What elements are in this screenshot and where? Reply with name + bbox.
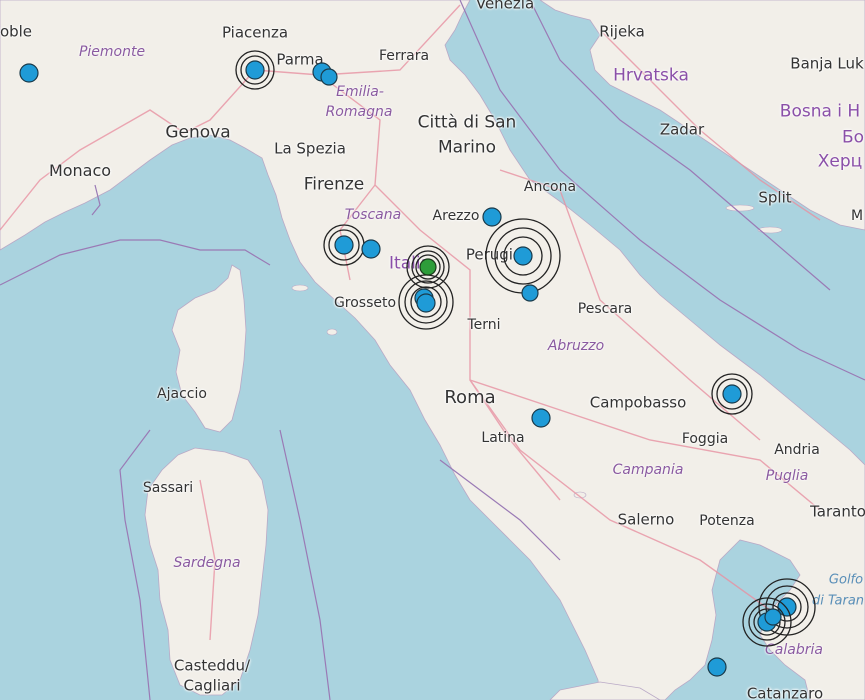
earthquake-epicenter-icon <box>419 258 437 276</box>
earthquake-epicenter-icon <box>334 235 354 255</box>
earthquake-epicenter-icon <box>521 284 539 302</box>
events-layer <box>19 50 816 677</box>
earthquake-epicenter-icon <box>722 384 742 404</box>
event-marker-e13[interactable] <box>711 373 753 415</box>
earthquake-epicenter-icon <box>482 207 502 227</box>
event-marker-e4[interactable] <box>320 68 338 86</box>
earthquake-epicenter-icon <box>707 657 727 677</box>
event-marker-e17[interactable] <box>707 657 727 677</box>
event-marker-e2[interactable] <box>235 50 275 90</box>
event-marker-e1[interactable] <box>19 63 39 83</box>
earthquake-epicenter-icon <box>361 239 381 259</box>
earthquake-epicenter-icon <box>513 246 533 266</box>
event-marker-e7[interactable] <box>482 207 502 227</box>
earthquake-epicenter-icon <box>320 68 338 86</box>
earthquake-epicenter-icon <box>531 408 551 428</box>
earthquake-epicenter-icon <box>245 60 265 80</box>
earthquake-map[interactable]: Venezia Piacenza Parma Ferrara Rijeka Ba… <box>0 0 865 700</box>
event-marker-e5[interactable] <box>323 224 365 266</box>
event-marker-e16[interactable] <box>764 608 782 626</box>
earthquake-epicenter-icon <box>764 608 782 626</box>
event-marker-e12[interactable] <box>531 408 551 428</box>
event-marker-e9[interactable] <box>521 284 539 302</box>
event-marker-e6[interactable] <box>361 239 381 259</box>
earthquake-epicenter-icon <box>19 63 39 83</box>
earthquake-epicenter-icon <box>416 293 436 313</box>
event-marker-e8[interactable] <box>485 218 561 294</box>
